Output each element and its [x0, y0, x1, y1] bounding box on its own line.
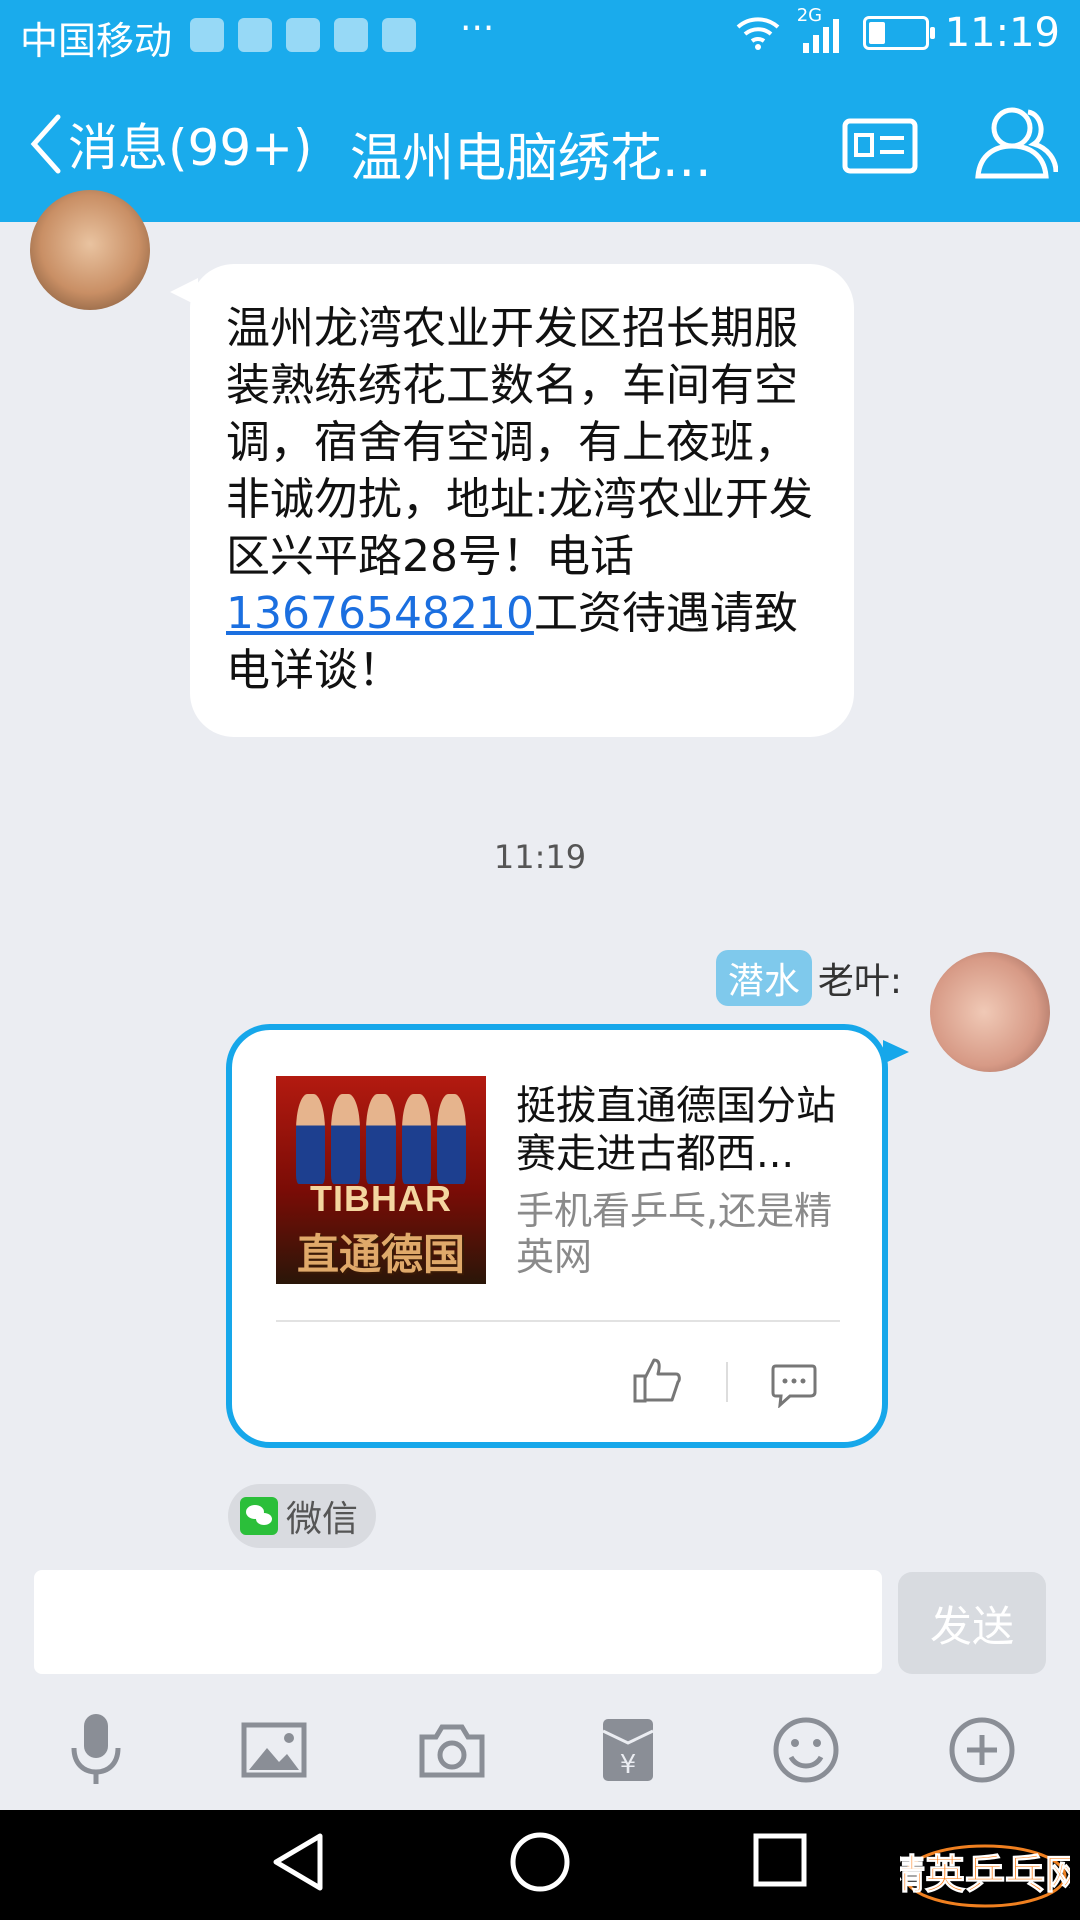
- group-members-button[interactable]: [972, 102, 1059, 186]
- id-card-icon: [842, 118, 918, 174]
- signal-icon: 2G: [797, 5, 847, 53]
- back-label: 消息(99+): [68, 119, 313, 177]
- carrier-name: 中国移动: [20, 19, 173, 63]
- action-divider: [726, 1362, 728, 1402]
- more-button[interactable]: [932, 1690, 1032, 1810]
- watermark-logo: 精英乒乓网: [885, 1826, 1080, 1912]
- sender-avatar[interactable]: [30, 190, 150, 310]
- input-toolbar: ¥: [0, 1690, 1080, 1810]
- notification-image-icon: [382, 18, 416, 52]
- source-label: 微信: [286, 1499, 359, 1540]
- notification-mail-icon: [238, 18, 272, 52]
- notification-app-icon: [190, 18, 224, 52]
- people-icon: [975, 107, 1059, 179]
- square-recents-icon: [753, 1833, 807, 1887]
- comment-icon: [771, 1364, 817, 1409]
- wifi-icon: [736, 17, 780, 50]
- notification-health-icon: [286, 18, 320, 52]
- shared-article-description: 手机看乒乓,还是精英网: [516, 1189, 833, 1279]
- plus-icon: [949, 1717, 1015, 1783]
- camera-button[interactable]: [402, 1690, 502, 1810]
- clock: 11:19: [944, 10, 1060, 56]
- back-button[interactable]: 消息(99+): [28, 108, 313, 180]
- message-input[interactable]: [34, 1570, 882, 1674]
- incoming-message-bubble[interactable]: 温州龙湾农业开发区招长期服装熟练绣花工数名，车间有空调，宿舍有空调，有上夜班，非…: [190, 264, 854, 737]
- thumbs-up-icon: [633, 1358, 681, 1403]
- circle-home-icon: [510, 1832, 570, 1892]
- nav-back-button[interactable]: [270, 1830, 326, 1898]
- member-title-badge: 潜水: [715, 950, 812, 1006]
- emoji-button[interactable]: [756, 1690, 856, 1810]
- page-title: 温州电脑绣花...: [350, 129, 712, 189]
- source-tag[interactable]: 微信: [228, 1484, 377, 1548]
- like-button[interactable]: [632, 1356, 682, 1408]
- thumbnail-subtitle: 直通德国: [296, 1230, 465, 1279]
- nav-home-button[interactable]: [508, 1830, 572, 1898]
- shared-article-thumbnail[interactable]: TIBHAR 直通德国: [276, 1076, 486, 1284]
- notification-gallery-icon: [334, 18, 368, 52]
- nav-recents-button[interactable]: [750, 1830, 810, 1894]
- more-notifications: ···: [460, 8, 495, 49]
- thumbnail-brand: TIBHAR: [310, 1178, 452, 1219]
- triangle-back-icon: [273, 1833, 323, 1891]
- title-bar: 消息(99+) 温州电脑绣花...: [0, 72, 1080, 222]
- wechat-icon: [240, 1497, 278, 1535]
- group-card-button[interactable]: [842, 118, 918, 178]
- emoji-icon: [773, 1717, 839, 1783]
- battery-icon: [862, 16, 935, 50]
- phone-link[interactable]: 13676548210: [226, 588, 534, 639]
- sender-line: 潜水 老叶:: [715, 950, 902, 1006]
- camera-icon: [419, 1724, 485, 1778]
- status-bar: 中国移动 ··· 2G 11:19: [0, 0, 1080, 72]
- message-timestamp: 11:19: [493, 838, 587, 876]
- svg-text:¥: ¥: [620, 1750, 637, 1780]
- comment-button[interactable]: [770, 1362, 818, 1412]
- red-packet-icon: ¥: [602, 1719, 654, 1781]
- red-packet-button[interactable]: ¥: [578, 1690, 678, 1810]
- watermark-text: 精英乒乓网: [900, 1852, 1070, 1898]
- message-text: 温州龙湾农业开发区招长期服装熟练绣花工数名，车间有空调，宿舍有空调，有上夜班，非…: [226, 303, 813, 696]
- my-avatar[interactable]: [930, 952, 1050, 1072]
- microphone-icon: [71, 1714, 121, 1784]
- card-divider: [276, 1320, 840, 1322]
- voice-button[interactable]: [46, 1690, 146, 1810]
- shared-article-title[interactable]: 挺拔直通德国分站赛走进古都西...: [516, 1082, 846, 1178]
- thumbnail-players: [296, 1094, 467, 1184]
- image-icon: [241, 1722, 307, 1778]
- chevron-left-icon: [30, 114, 61, 174]
- send-button[interactable]: 发送: [898, 1572, 1046, 1674]
- photo-button[interactable]: [224, 1690, 324, 1810]
- notification-icons: [190, 18, 416, 52]
- sender-name: 老叶:: [817, 961, 902, 1002]
